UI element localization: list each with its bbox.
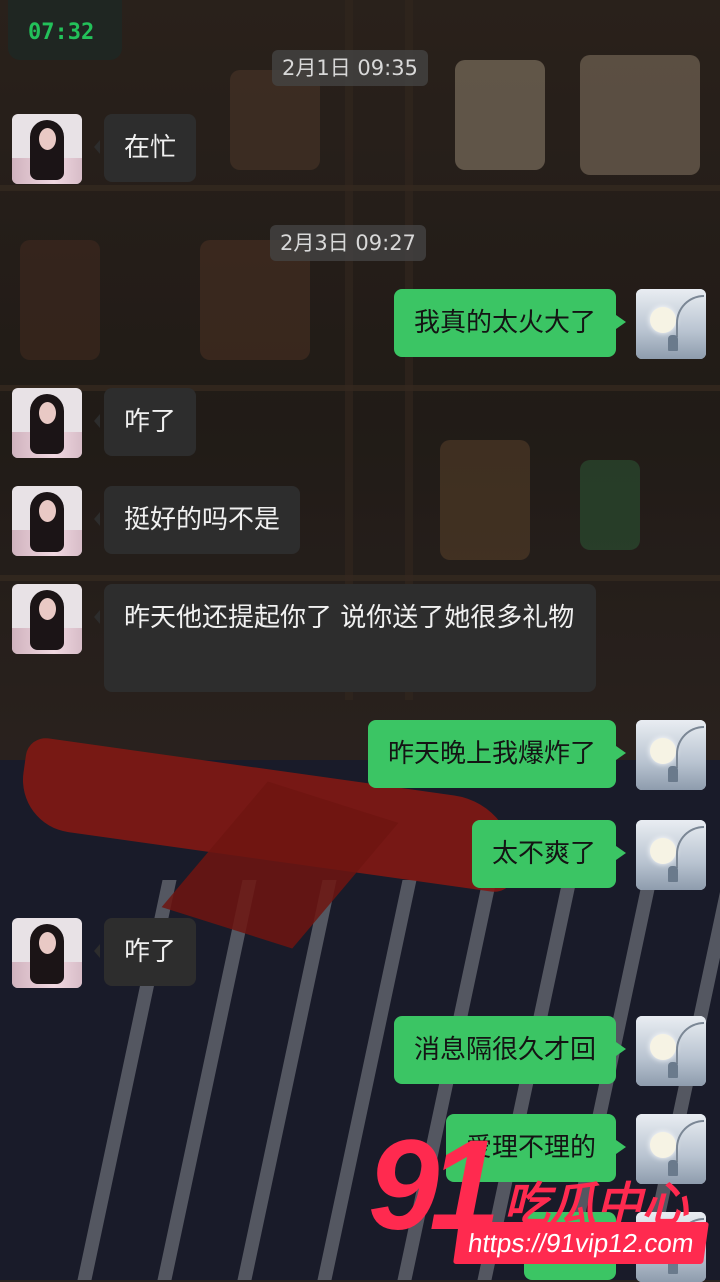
my-avatar[interactable]	[636, 820, 706, 890]
contact-avatar[interactable]	[12, 388, 82, 458]
message-bubble-incoming[interactable]: 昨天他还提起你了 说你送了她很多礼物	[94, 584, 596, 692]
message-bubble-incoming[interactable]: 咋了	[93, 388, 197, 456]
my-avatar[interactable]	[636, 289, 706, 359]
status-time: 07:32	[28, 20, 95, 45]
contact-avatar[interactable]	[12, 918, 82, 988]
message-bubble-outgoing[interactable]: 我真的太火大了	[393, 289, 627, 357]
watermark-logo: 91 吃瓜中心 https://91vip12.com	[368, 1122, 720, 1280]
contact-avatar[interactable]	[12, 584, 82, 654]
my-avatar[interactable]	[636, 720, 706, 790]
my-avatar[interactable]	[636, 1016, 706, 1086]
timestamp: 2月1日 09:35	[272, 50, 428, 86]
message-bubble-incoming[interactable]: 咋了	[93, 918, 197, 986]
message-bubble-incoming[interactable]: 在忙	[93, 114, 197, 182]
message-bubble-incoming[interactable]: 挺好的吗不是	[93, 486, 301, 554]
watermark-url: https://91vip12.com	[453, 1222, 709, 1264]
contact-avatar[interactable]	[12, 486, 82, 556]
message-bubble-outgoing[interactable]: 昨天晚上我爆炸了	[367, 720, 627, 788]
timestamp: 2月3日 09:27	[270, 225, 426, 261]
message-bubble-outgoing[interactable]: 消息隔很久才回	[393, 1016, 627, 1084]
contact-avatar[interactable]	[12, 114, 82, 184]
message-bubble-outgoing[interactable]: 太不爽了	[471, 820, 627, 888]
